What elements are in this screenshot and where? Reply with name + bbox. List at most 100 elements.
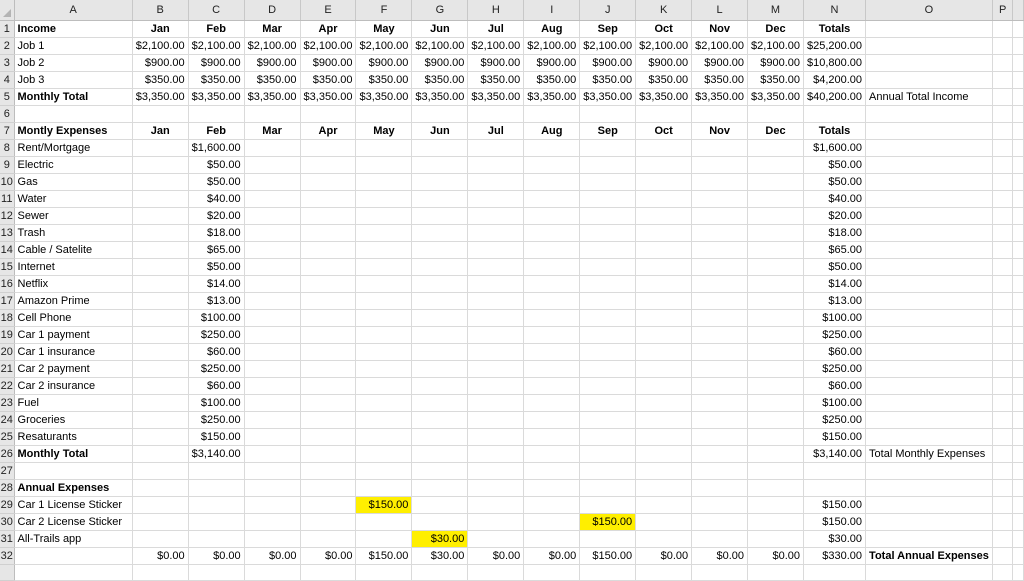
- cell-Q14[interactable]: [1012, 241, 1024, 259]
- cell-L32[interactable]: $0.00: [691, 547, 749, 565]
- cell-Q24[interactable]: [1012, 411, 1024, 429]
- cell-J14[interactable]: [579, 241, 637, 259]
- cell-J30[interactable]: $150.00: [579, 513, 637, 531]
- cell-L8[interactable]: [691, 139, 749, 157]
- cell-E25[interactable]: [300, 428, 357, 446]
- cell-M4[interactable]: $350.00: [747, 71, 804, 89]
- cell-J31[interactable]: [579, 530, 637, 548]
- cell-C32[interactable]: $0.00: [188, 547, 245, 565]
- cell-F15[interactable]: [355, 258, 413, 276]
- cell-G8[interactable]: [411, 139, 469, 157]
- cell-M10[interactable]: [747, 173, 804, 191]
- cell-Q3[interactable]: [1012, 54, 1024, 72]
- cell-J18[interactable]: [579, 309, 637, 327]
- cell-P24[interactable]: [992, 411, 1014, 429]
- cell-L26[interactable]: [691, 445, 749, 463]
- cell-A7[interactable]: Montly Expenses: [14, 122, 133, 140]
- cell-M12[interactable]: [747, 207, 804, 225]
- cell-O8[interactable]: [865, 139, 993, 157]
- cell-D2[interactable]: $2,100.00: [244, 37, 301, 55]
- cell-F12[interactable]: [355, 207, 413, 225]
- cell-O31[interactable]: [865, 530, 993, 548]
- row-header[interactable]: 17: [0, 292, 15, 310]
- cell-H22[interactable]: [467, 377, 525, 395]
- cell-P26[interactable]: [992, 445, 1014, 463]
- cell-I32[interactable]: $0.00: [523, 547, 581, 565]
- cell-Q25[interactable]: [1012, 428, 1024, 446]
- cell-Q30[interactable]: [1012, 513, 1024, 531]
- cell-F5[interactable]: $3,350.00: [355, 88, 413, 106]
- row-header[interactable]: 23: [0, 394, 15, 412]
- cell-Q7[interactable]: [1012, 122, 1024, 140]
- cell-K27[interactable]: [635, 462, 693, 480]
- cell-O26[interactable]: Total Monthly Expenses: [865, 445, 993, 463]
- cell-I15[interactable]: [523, 258, 581, 276]
- column-header-I[interactable]: I: [523, 0, 581, 21]
- cell-F4[interactable]: $350.00: [355, 71, 413, 89]
- cell-F8[interactable]: [355, 139, 413, 157]
- cell-P30[interactable]: [992, 513, 1014, 531]
- cell-A28[interactable]: Annual Expenses: [14, 479, 133, 497]
- cell-D10[interactable]: [244, 173, 301, 191]
- cell-N29[interactable]: $150.00: [803, 496, 867, 514]
- cell-F3[interactable]: $900.00: [355, 54, 413, 72]
- cell-N15[interactable]: $50.00: [803, 258, 867, 276]
- cell-J3[interactable]: $900.00: [579, 54, 637, 72]
- cell-B11[interactable]: [132, 190, 189, 208]
- cell-O7[interactable]: [865, 122, 993, 140]
- cell-N27[interactable]: [803, 462, 867, 480]
- cell-O15[interactable]: [865, 258, 993, 276]
- cell-C22[interactable]: $60.00: [188, 377, 245, 395]
- cell-L17[interactable]: [691, 292, 749, 310]
- cell-H26[interactable]: [467, 445, 525, 463]
- cell-B22[interactable]: [132, 377, 189, 395]
- cell-H16[interactable]: [467, 275, 525, 293]
- cell-L13[interactable]: [691, 224, 749, 242]
- cell-Q9[interactable]: [1012, 156, 1024, 174]
- cell-H2[interactable]: $2,100.00: [467, 37, 525, 55]
- cell-O24[interactable]: [865, 411, 993, 429]
- cell-I10[interactable]: [523, 173, 581, 191]
- row-header[interactable]: 9: [0, 156, 15, 174]
- cell-M6[interactable]: [747, 105, 804, 123]
- cell-P27[interactable]: [992, 462, 1014, 480]
- cell-A9[interactable]: Electric: [14, 156, 133, 174]
- cell-M21[interactable]: [747, 360, 804, 378]
- cell-C16[interactable]: $14.00: [188, 275, 245, 293]
- cell-P8[interactable]: [992, 139, 1014, 157]
- cell-B7[interactable]: Jan: [132, 122, 189, 140]
- cell-G3[interactable]: $900.00: [411, 54, 469, 72]
- cell-D8[interactable]: [244, 139, 301, 157]
- cell-P3[interactable]: [992, 54, 1014, 72]
- cell-I12[interactable]: [523, 207, 581, 225]
- cell-O6[interactable]: [865, 105, 993, 123]
- cell-O13[interactable]: [865, 224, 993, 242]
- cell-A30[interactable]: Car 2 License Sticker: [14, 513, 133, 531]
- cell-K32[interactable]: $0.00: [635, 547, 693, 565]
- cell-N24[interactable]: $250.00: [803, 411, 867, 429]
- cell-O21[interactable]: [865, 360, 993, 378]
- cell-J16[interactable]: [579, 275, 637, 293]
- column-header-C[interactable]: C: [188, 0, 245, 21]
- cell-Q5[interactable]: [1012, 88, 1024, 106]
- cell-J9[interactable]: [579, 156, 637, 174]
- cell-G9[interactable]: [411, 156, 469, 174]
- cell-F1[interactable]: May: [355, 20, 413, 38]
- cell-F2[interactable]: $2,100.00: [355, 37, 413, 55]
- cell-D30[interactable]: [244, 513, 301, 531]
- cell-C14[interactable]: $65.00: [188, 241, 245, 259]
- cell-O28[interactable]: [865, 479, 993, 497]
- cell-Q12[interactable]: [1012, 207, 1024, 225]
- cell-K29[interactable]: [635, 496, 693, 514]
- cell-K28[interactable]: [635, 479, 693, 497]
- cell-C2[interactable]: $2,100.00: [188, 37, 245, 55]
- cell-C25[interactable]: $150.00: [188, 428, 245, 446]
- cell-O10[interactable]: [865, 173, 993, 191]
- cell-L2[interactable]: $2,100.00: [691, 37, 749, 55]
- cell-P1[interactable]: [992, 20, 1014, 38]
- cell-Q20[interactable]: [1012, 343, 1024, 361]
- cell-P23[interactable]: [992, 394, 1014, 412]
- cell-I28[interactable]: [523, 479, 581, 497]
- cell-A6[interactable]: [14, 105, 133, 123]
- cell-E20[interactable]: [300, 343, 357, 361]
